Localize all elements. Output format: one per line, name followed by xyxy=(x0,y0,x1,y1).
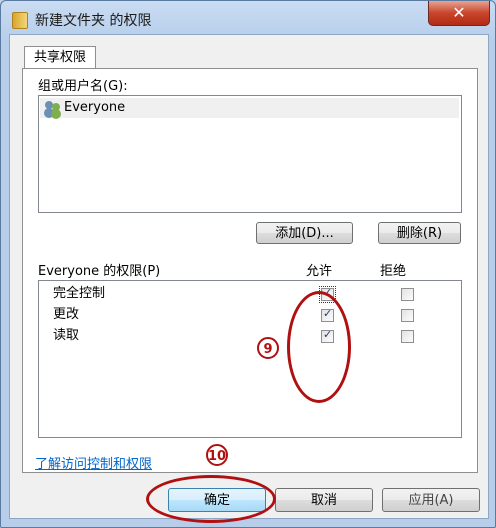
step-10-marker: 10 xyxy=(206,444,228,466)
permission-name: 完全控制 xyxy=(53,286,106,301)
permission-name: 读取 xyxy=(53,328,80,343)
permissions-list: 完全控制 更改 读取 xyxy=(38,280,462,438)
close-button[interactable]: ✕ xyxy=(428,1,490,26)
folder-icon xyxy=(12,12,28,29)
group-user-list[interactable]: Everyone xyxy=(38,95,462,213)
deny-column-header: 拒绝 xyxy=(380,264,407,279)
dialog-body: 共享权限 组或用户名(G): Everyone 添加(D)... 删除(R) E… xyxy=(9,34,489,523)
help-link[interactable]: 了解访问控制和权限 xyxy=(35,453,152,472)
permission-row: 更改 xyxy=(39,305,461,325)
permissions-dialog: 新建文件夹 的权限 ✕ 共享权限 组或用户名(G): Everyone 添加(D… xyxy=(0,0,496,528)
annotation-circle-allow xyxy=(287,291,351,403)
title-bar: 新建文件夹 的权限 ✕ xyxy=(1,1,495,37)
apply-button[interactable]: 应用(A) xyxy=(382,488,480,512)
tab-share-permissions[interactable]: 共享权限 xyxy=(24,46,96,69)
allow-column-header: 允许 xyxy=(306,264,333,279)
tab-panel: 组或用户名(G): Everyone 添加(D)... 删除(R) Everyo… xyxy=(22,68,478,473)
deny-checkbox[interactable] xyxy=(401,330,414,343)
permission-name: 更改 xyxy=(53,307,80,322)
annotation-circle-ok xyxy=(146,475,276,523)
groups-label: 组或用户名(G): xyxy=(38,79,128,94)
deny-checkbox[interactable] xyxy=(401,288,414,301)
remove-button[interactable]: 删除(R) xyxy=(378,222,461,244)
cancel-button[interactable]: 取消 xyxy=(275,488,373,512)
list-item-label: Everyone xyxy=(64,100,126,115)
permission-row: 完全控制 xyxy=(39,284,461,304)
permissions-header: Everyone 的权限(P) xyxy=(38,264,161,279)
users-icon xyxy=(45,101,63,115)
list-item[interactable]: Everyone xyxy=(40,98,459,118)
step-9-marker: 9 xyxy=(257,337,279,359)
permission-row: 读取 xyxy=(39,326,461,346)
add-button[interactable]: 添加(D)... xyxy=(256,222,353,244)
window-title: 新建文件夹 的权限 xyxy=(35,13,152,29)
deny-checkbox[interactable] xyxy=(401,309,414,322)
